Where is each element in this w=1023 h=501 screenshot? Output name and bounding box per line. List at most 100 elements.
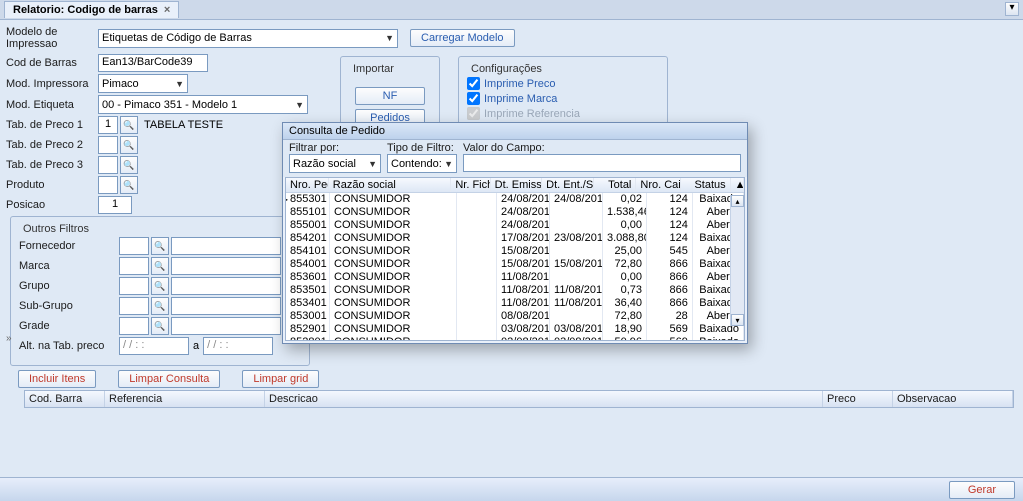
lookup-icon[interactable]: 🔍: [151, 257, 169, 275]
col-cod-barra[interactable]: Cod. Barra: [25, 391, 105, 407]
outros-legend: Outros Filtros: [19, 223, 93, 235]
lookup-icon[interactable]: 🔍: [151, 277, 169, 295]
imprime-ref-check: Imprime Referencia: [467, 107, 659, 120]
table-row[interactable]: 852901CONSUMIDOR03/08/201703/08/201718,9…: [286, 323, 744, 336]
grade-input[interactable]: [119, 317, 149, 335]
tab-preco2-input[interactable]: [98, 136, 118, 154]
tab-preco3-input[interactable]: [98, 156, 118, 174]
lookup-icon[interactable]: 🔍: [151, 317, 169, 335]
date-sep: a: [193, 340, 199, 352]
print-model-combo[interactable]: Etiquetas de Código de Barras▼: [98, 29, 398, 48]
modal-title: Consulta de Pedido: [283, 123, 747, 140]
cod-barras-label: Cod de Barras: [6, 57, 98, 69]
fornecedor-input[interactable]: [119, 237, 149, 255]
minimize-icon[interactable]: ▾: [1005, 2, 1019, 16]
scroll-up-icon[interactable]: ▴: [731, 195, 744, 207]
date-from-input[interactable]: / / : :: [119, 337, 189, 355]
col-descricao[interactable]: Descricao: [265, 391, 823, 407]
mod-etiqueta-combo[interactable]: 00 - Pimaco 351 - Modelo 1▼: [98, 95, 308, 114]
chevron-down-icon: ▼: [385, 33, 394, 43]
print-model-label: Modelo de Impressao: [6, 26, 98, 50]
consulta-pedido-modal: Consulta de Pedido Filtrar por: Razão so…: [282, 122, 748, 344]
vscroll-track[interactable]: [731, 207, 744, 314]
lookup-icon[interactable]: 🔍: [151, 237, 169, 255]
chevron-down-icon: ▼: [175, 79, 184, 89]
col-nro-ped[interactable]: Nro. Ped.: [286, 178, 329, 192]
tab-preco1-input[interactable]: 1: [98, 116, 118, 134]
gerar-button[interactable]: Gerar: [949, 481, 1015, 499]
close-tab-icon[interactable]: ×: [164, 4, 170, 16]
col-preco[interactable]: Preco: [823, 391, 893, 407]
grupo-input[interactable]: [119, 277, 149, 295]
table-row[interactable]: ▸855301CONSUMIDOR24/08/201724/08/20170,0…: [286, 193, 744, 206]
valor-campo-input[interactable]: [463, 154, 741, 172]
table-row[interactable]: 853401CONSUMIDOR11/08/201711/08/201736,4…: [286, 297, 744, 310]
lookup-icon[interactable]: 🔍: [151, 297, 169, 315]
col-razao[interactable]: Razão social: [329, 178, 452, 192]
tipo-filtro-combo[interactable]: Contendo:▼: [387, 154, 457, 173]
filtrar-por-combo[interactable]: Razão social▼: [289, 154, 381, 173]
alt-tab-label: Alt. na Tab. preco: [19, 340, 119, 352]
col-total[interactable]: Total: [594, 178, 637, 192]
nf-button[interactable]: NF: [355, 87, 425, 105]
fornecedor-label: Fornecedor: [19, 240, 119, 252]
grid-expand-icon[interactable]: »: [6, 333, 12, 344]
produto-label: Produto: [6, 179, 98, 191]
imprime-marca-check[interactable]: Imprime Marca: [467, 92, 659, 105]
tab-preco3-label: Tab. de Preco 3: [6, 159, 98, 171]
table-row[interactable]: 855001CONSUMIDOR24/08/20170,00124Aberto: [286, 219, 744, 232]
mod-impressora-label: Mod. Impressora: [6, 78, 98, 90]
mod-etiqueta-label: Mod. Etiqueta: [6, 99, 98, 111]
marca-input[interactable]: [119, 257, 149, 275]
table-row[interactable]: 854201CONSUMIDOR17/08/201723/08/20173.08…: [286, 232, 744, 245]
config-legend: Configurações: [467, 63, 546, 75]
scroll-down-icon[interactable]: ▾: [731, 314, 744, 326]
fornecedor-name: [171, 237, 281, 255]
limpar-consulta-button[interactable]: Limpar Consulta: [118, 370, 220, 388]
col-status[interactable]: Status: [681, 178, 731, 192]
chevron-down-icon: ▼: [295, 100, 304, 110]
col-dt-emissao[interactable]: Dt. Emissão: [491, 178, 542, 192]
filtrar-por-label: Filtrar por:: [289, 142, 381, 154]
cod-barras-value: Ean13/BarCode39: [98, 54, 208, 72]
incluir-itens-button[interactable]: Incluir Itens: [18, 370, 96, 388]
table-row[interactable]: 854001CONSUMIDOR15/08/201715/08/201772,8…: [286, 258, 744, 271]
table-row[interactable]: 853501CONSUMIDOR11/08/201711/08/20170,73…: [286, 284, 744, 297]
marca-name: [171, 257, 281, 275]
table-row[interactable]: 853601CONSUMIDOR11/08/20170,00866Aberto: [286, 271, 744, 284]
imprime-preco-check[interactable]: Imprime Preco: [467, 77, 659, 90]
col-nro-caixa[interactable]: Nro. Caixa: [636, 178, 681, 192]
limpar-grid-button[interactable]: Limpar grid: [242, 370, 319, 388]
table-row[interactable]: 854101CONSUMIDOR15/08/201725,00545Aberto: [286, 245, 744, 258]
lookup-icon[interactable]: 🔍: [120, 136, 138, 154]
mod-impressora-combo[interactable]: Pimaco▼: [98, 74, 188, 93]
marca-label: Marca: [19, 260, 119, 272]
date-to-input[interactable]: / / : :: [203, 337, 273, 355]
grade-label: Grade: [19, 320, 119, 332]
lookup-icon[interactable]: 🔍: [120, 116, 138, 134]
subgrupo-name: [171, 297, 281, 315]
table-row[interactable]: 853001CONSUMIDOR08/08/201772,8028Aberto: [286, 310, 744, 323]
col-referencia[interactable]: Referencia: [105, 391, 265, 407]
col-observacao[interactable]: Observacao: [893, 391, 1013, 407]
col-nr-ficha[interactable]: Nr. Ficha: [451, 178, 490, 192]
chevron-down-icon: ▼: [368, 159, 377, 169]
lookup-icon[interactable]: 🔍: [120, 176, 138, 194]
produto-input[interactable]: [98, 176, 118, 194]
subgrupo-input[interactable]: [119, 297, 149, 315]
valor-campo-label: Valor do Campo:: [463, 142, 741, 154]
col-dt-ent-sai[interactable]: Dt. Ent./Sai.: [542, 178, 593, 192]
posicao-label: Posicao: [6, 199, 98, 211]
table-row[interactable]: 855101CONSUMIDOR24/08/20171.538,46124Abe…: [286, 206, 744, 219]
tab-preco1-label: Tab. de Preco 1: [6, 119, 98, 131]
lookup-icon[interactable]: 🔍: [120, 156, 138, 174]
grade-name: [171, 317, 281, 335]
report-tab-title: Relatorio: Codigo de barras: [13, 4, 158, 16]
tipo-filtro-label: Tipo de Filtro:: [387, 142, 457, 154]
posicao-input[interactable]: 1: [98, 196, 132, 214]
table-row[interactable]: 852801CONSUMIDOR02/08/201703/08/201750,9…: [286, 336, 744, 341]
load-model-button[interactable]: Carregar Modelo: [410, 29, 515, 47]
report-tab[interactable]: Relatorio: Codigo de barras ×: [4, 1, 179, 18]
grupo-name: [171, 277, 281, 295]
scroll-up-icon[interactable]: ▲: [731, 178, 744, 192]
